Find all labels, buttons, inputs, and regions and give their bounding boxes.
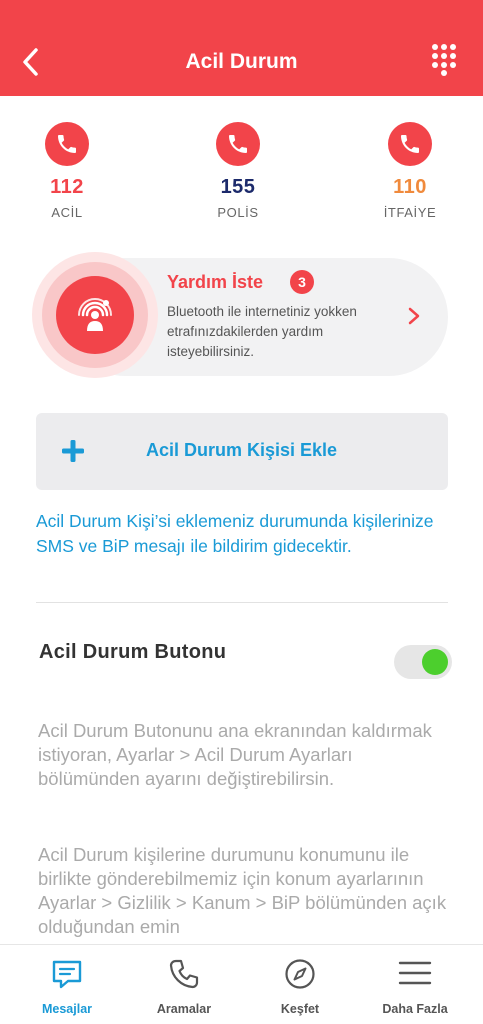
help-count-badge: 3 [290,270,314,294]
settings-hint-text: Acil Durum Butonunu ana ekranından kaldı… [38,720,432,789]
chevron-right-icon [408,307,420,325]
tab-aramalar[interactable]: Aramalar [124,957,244,1016]
label-acil: ACİL [51,205,83,220]
bottom-tab-bar: Mesajlar Aramalar Keşfet Daha Fazla [0,944,483,1024]
label-itfaiye: İTFAİYE [383,205,437,220]
emergency-numbers: 112 ACİL 155 POLİS 110 İTFAİYE [0,118,483,228]
help-title: Yardım İste [167,272,264,292]
tab-label: Daha Fazla [382,1002,448,1016]
menu-icon [398,961,432,985]
phone-icon [45,122,89,166]
number-155: 155 [220,176,256,198]
call-112[interactable]: 112 ACİL [7,118,127,220]
sms-info-text: Acil Durum Kişi’si eklemeniz durumunda k… [36,511,434,556]
divider [36,602,448,603]
plus-icon [62,440,84,462]
emergency-button-toggle[interactable] [394,645,452,679]
add-contact-label: Acil Durum Kişisi Ekle [146,440,338,460]
tab-label: Mesajlar [41,1002,93,1016]
help-request-card[interactable]: Yardım İste 3 Bluetooth ile internetiniz… [32,252,448,378]
number-110: 110 [393,176,427,198]
phone-icon [216,122,260,166]
help-description: Bluetooth ile internetiniz yokken etrafı… [167,304,357,359]
tab-daha-fazla[interactable]: Daha Fazla [355,957,475,1016]
add-emergency-contact-button[interactable]: Acil Durum Kişisi Ekle [36,413,448,490]
dialpad-icon [432,44,456,76]
emergency-button-title: Acil Durum Butonu [39,641,227,663]
tab-kesfet[interactable]: Keşfet [240,957,360,1016]
page-title: Acil Durum [185,50,298,73]
dialpad-button[interactable] [429,42,463,76]
help-button[interactable] [56,276,134,354]
label-polis: POLİS [217,205,259,220]
tab-label: Aramalar [156,1002,212,1016]
phone-icon [169,959,199,989]
compass-icon [285,959,315,989]
toggle-knob [422,649,448,675]
location-hint-text: Acil Durum kişilerine durumunu konumunu … [38,844,447,937]
broadcast-person-icon [78,298,112,331]
phone-icon [388,122,432,166]
number-112: 112 [50,176,84,198]
app-header: Acil Durum [0,0,483,96]
call-110[interactable]: 110 İTFAİYE [350,118,470,220]
call-155[interactable]: 155 POLİS [178,118,298,220]
tab-label: Keşfet [280,1002,320,1016]
tab-mesajlar[interactable]: Mesajlar [7,957,127,1016]
chat-icon [52,960,82,989]
